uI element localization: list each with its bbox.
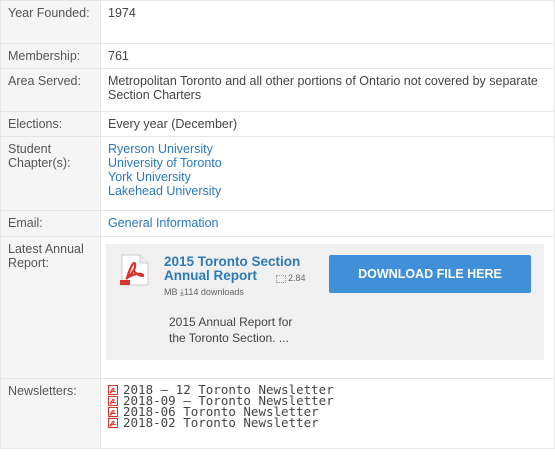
student-chapter-link[interactable]: Lakehead University	[108, 184, 554, 198]
value-student-chapters: Ryerson University University of Toronto…	[100, 136, 555, 211]
student-chapter-link[interactable]: Ryerson University	[108, 142, 554, 156]
download-count: 114 downloads	[184, 287, 244, 297]
file-size-value: 2.84	[288, 273, 306, 283]
row-membership: Membership: 761	[0, 43, 555, 69]
file-size: 2.84	[276, 271, 306, 285]
label-newsletters: Newsletters:	[0, 378, 101, 449]
value-year-founded: 1974	[100, 0, 555, 44]
value-membership: 761	[100, 43, 555, 69]
row-student-chapters: Student Chapter(s): Ryerson University U…	[0, 136, 555, 211]
file-meta: MB ⤓114 downloads	[164, 285, 244, 299]
pdf-icon	[108, 406, 118, 417]
pdf-icon	[108, 384, 118, 395]
row-area-served: Area Served: Metropolitan Toronto and al…	[0, 68, 555, 112]
label-annual-report: Latest Annual Report:	[0, 236, 101, 379]
email-link[interactable]: General Information	[108, 216, 554, 230]
row-year-founded: Year Founded: 1974	[0, 0, 555, 44]
label-area-served: Area Served:	[0, 68, 101, 112]
newsletter-item[interactable]: 2018-02 Toronto Newsletter	[108, 415, 554, 430]
value-elections: Every year (December)	[100, 111, 555, 137]
pdf-icon	[120, 254, 149, 286]
file-description: 2015 Annual Report for the Toronto Secti…	[169, 315, 293, 345]
pdf-icon	[108, 395, 118, 406]
row-elections: Elections: Every year (December)	[0, 111, 555, 137]
label-elections: Elections:	[0, 111, 101, 137]
label-email: Email:	[0, 210, 101, 237]
pdf-icon	[108, 417, 118, 428]
section-info-table: Year Founded: 1974 Membership: 761 Area …	[0, 0, 555, 449]
download-file-button[interactable]: DOWNLOAD FILE HERE	[329, 255, 531, 293]
file-size-unit: MB	[164, 287, 178, 297]
value-email: General Information	[100, 210, 555, 237]
grid-icon	[276, 274, 286, 283]
row-annual-report: Latest Annual Report: 2015 Toronto Secti…	[0, 236, 555, 379]
file-download-box: 2015 Toronto Section Annual Report 2.84 …	[106, 244, 544, 360]
student-chapter-link[interactable]: York University	[108, 170, 554, 184]
student-chapter-link[interactable]: University of Toronto	[108, 156, 554, 170]
value-annual-report: 2015 Toronto Section Annual Report 2.84 …	[100, 236, 555, 379]
newsletter-link[interactable]: 2018-02 Toronto Newsletter	[123, 415, 319, 430]
value-area-served: Metropolitan Toronto and all other porti…	[100, 68, 555, 112]
newsletter-list: 2018 – 12 Toronto Newsletter 2018-09 – T…	[100, 378, 555, 449]
label-year-founded: Year Founded:	[0, 0, 101, 44]
row-email: Email: General Information	[0, 210, 555, 237]
label-student-chapters: Student Chapter(s):	[0, 136, 101, 211]
row-newsletters: Newsletters: 2018 – 12 Toronto Newslette…	[0, 378, 555, 449]
label-membership: Membership:	[0, 43, 101, 69]
